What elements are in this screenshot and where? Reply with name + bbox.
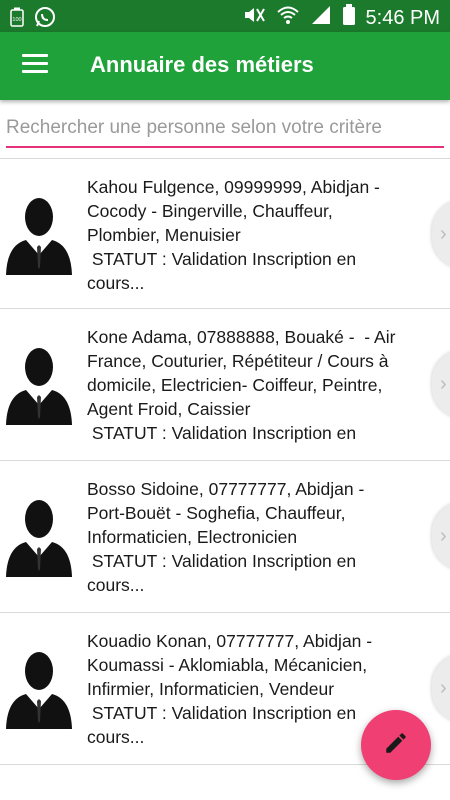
list-item-line: cours... — [87, 575, 145, 595]
person-list[interactable]: Kahou Fulgence, 09999999, Abidjan - Cocod… — [0, 158, 450, 765]
list-item-line: Agent Froid, Caissier — [87, 399, 251, 419]
list-item-line: Plombier, Menuisier — [87, 225, 241, 245]
edit-fab-button[interactable] — [361, 710, 431, 780]
list-item[interactable]: Kone Adama, 07888888, Bouaké - - Air Fran… — [0, 309, 450, 461]
battery-saver-icon: 100 — [10, 7, 24, 32]
app-bar: Annuaire des métiers — [0, 32, 450, 100]
search-bar[interactable] — [6, 112, 444, 148]
mute-icon — [242, 5, 266, 31]
list-item-line: STATUT : Validation Inscription en — [87, 423, 357, 443]
wifi-icon — [276, 5, 300, 31]
chevron-right-icon[interactable]: › — [432, 501, 450, 571]
avatar-icon — [4, 497, 74, 577]
status-bar-left: 100 — [10, 6, 56, 33]
status-time: 5:46 PM — [365, 6, 440, 29]
status-bar-right: 5:46 PM — [242, 4, 440, 32]
list-item-line: Bosso Sidoine, 07777777, Abidjan - — [87, 479, 365, 499]
list-item-text: Kahou Fulgence, 09999999, Abidjan - Cocod… — [87, 175, 422, 299]
list-item-line: Informaticien, Electronicien — [87, 527, 298, 547]
hamburger-menu-icon[interactable] — [22, 54, 48, 76]
whatsapp-icon — [34, 6, 56, 33]
edit-pencil-icon — [383, 730, 409, 761]
battery-saver-label: 100 — [12, 17, 21, 23]
list-item-line: STATUT : Validation Inscription en — [87, 551, 357, 571]
list-item-line: Cocody - Bingerville, Chauffeur, — [87, 201, 333, 221]
list-item-line: cours... — [87, 273, 145, 293]
chevron-right-icon[interactable]: › — [432, 199, 450, 269]
list-item-line: STATUT : Validation Inscription en — [87, 249, 357, 269]
list-item-line: Kouadio Konan, 07777777, Abidjan - — [87, 631, 373, 651]
chevron-right-icon[interactable]: › — [432, 653, 450, 723]
list-item-line: France, Couturier, Répétiteur / Cours à — [87, 351, 389, 371]
list-item[interactable]: Kahou Fulgence, 09999999, Abidjan - Cocod… — [0, 158, 450, 309]
status-bar: 100 5:46 PM — [0, 0, 450, 32]
list-item-text: Kone Adama, 07888888, Bouaké - - Air Fran… — [87, 325, 422, 449]
search-input[interactable] — [6, 112, 444, 144]
list-item-line: Infirmier, Informaticien, Vendeur — [87, 679, 335, 699]
avatar-icon — [4, 649, 74, 729]
signal-icon — [310, 5, 332, 31]
list-item[interactable]: Bosso Sidoine, 07777777, Abidjan - Port-B… — [0, 461, 450, 613]
page-title: Annuaire des métiers — [90, 52, 314, 77]
chevron-right-icon[interactable]: › — [432, 349, 450, 419]
list-item-line: domicile, Electricien- Coiffeur, Peintre… — [87, 375, 383, 395]
list-item-line: Kahou Fulgence, 09999999, Abidjan - — [87, 177, 380, 197]
avatar-icon — [4, 345, 74, 425]
list-item-text: Bosso Sidoine, 07777777, Abidjan - Port-B… — [87, 477, 422, 601]
list-item-line: Port-Bouët - Soghefia, Chauffeur, — [87, 503, 346, 523]
list-item-line: Kone Adama, 07888888, Bouaké - - Air — [87, 327, 396, 347]
battery-icon — [342, 4, 356, 32]
avatar-icon — [4, 195, 74, 275]
list-item-line: Koumassi - Aklomiabla, Mécanicien, — [87, 655, 368, 675]
list-item-line: cours... — [87, 445, 422, 449]
